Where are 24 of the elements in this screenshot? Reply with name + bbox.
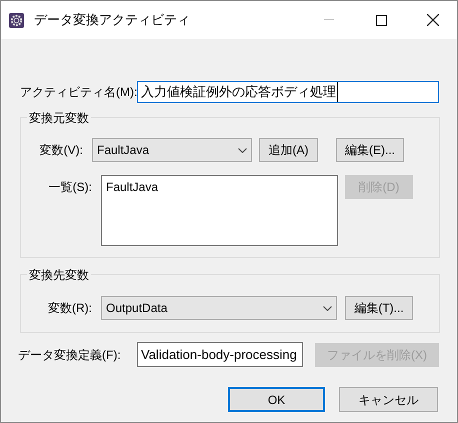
dropdown[interactable]: OutputData: [101, 296, 337, 320]
close-icon[interactable]: [427, 14, 439, 26]
input-field[interactable]: 入力値検証例外の応答ボディ処理: [137, 81, 439, 103]
field-label: 変数(V):: [38, 142, 84, 159]
field-label: 変数(R):: [47, 300, 93, 317]
list-box[interactable]: FaultJava: [101, 175, 338, 246]
edit-button[interactable]: 編集(E)...: [336, 138, 404, 162]
input-field[interactable]: Validation-body-processing: [137, 342, 303, 367]
field-label: アクティビティ名(M):: [20, 84, 137, 101]
chevron-icon: [238, 148, 247, 152]
gear-icon: [9, 12, 24, 28]
ok-button[interactable]: OK: [228, 387, 325, 412]
chevron-icon: [323, 306, 332, 310]
window-title: データ変換アクティビティ: [34, 11, 190, 30]
group-title: 変換先変数: [27, 266, 91, 284]
field-label: データ変換定義(F):: [18, 346, 122, 364]
cancel-button[interactable]: キャンセル: [339, 387, 438, 412]
list-item[interactable]: FaultJava: [106, 178, 158, 196]
maximize-icon[interactable]: [376, 14, 387, 26]
add-button[interactable]: 追加(A): [259, 138, 318, 162]
field-label: 一覧(S):: [48, 179, 93, 196]
dropdown[interactable]: FaultJava: [92, 138, 252, 162]
edit-button[interactable]: 編集(T)...: [345, 296, 413, 320]
group-title: 変換元変数: [27, 109, 91, 127]
